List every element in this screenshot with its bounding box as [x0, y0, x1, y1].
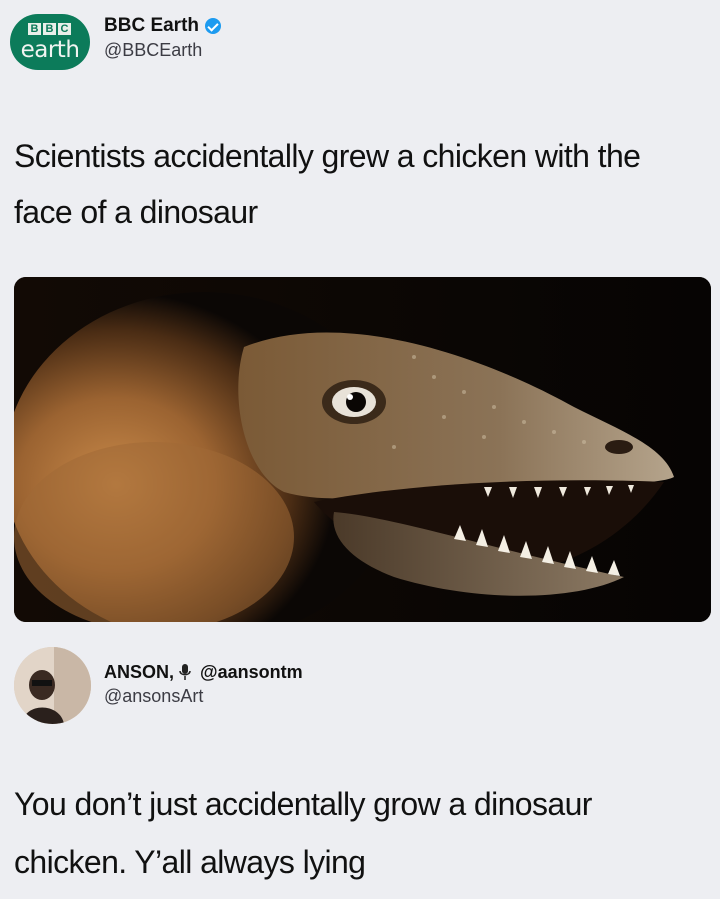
bbc-logo-letter: B — [28, 23, 41, 35]
tweet1-handle[interactable]: @BBCEarth — [104, 38, 221, 62]
bbc-earth-avatar[interactable]: B B C earth — [10, 14, 90, 70]
bbc-logo-blocks: B B C — [28, 23, 71, 35]
dinosaur-chicken-photo-icon — [14, 277, 711, 622]
tweet-thread: B B C earth BBC Earth @BBCEarth Scientis… — [0, 0, 720, 899]
verified-badge-icon — [205, 18, 222, 34]
tweet2-display-name[interactable]: ANSON, — [104, 660, 174, 684]
tweet2-author: ANSON, @aansontm @ansonsArt — [104, 660, 303, 708]
tweet2-text: You don’t just accidentally grow a dinos… — [14, 786, 592, 880]
anson-avatar[interactable] — [14, 647, 91, 724]
tweet2-handle[interactable]: @ansonsArt — [104, 684, 303, 708]
microphone-icon — [179, 664, 191, 680]
bbc-logo-word: earth — [20, 37, 80, 63]
bbc-logo-letter: C — [58, 23, 71, 35]
tweet1-display-name[interactable]: BBC Earth — [104, 14, 199, 38]
tweet1-media-image[interactable] — [14, 277, 711, 622]
anson-avatar-photo-icon — [14, 647, 91, 724]
tweet1-text: Scientists accidentally grew a chicken w… — [14, 138, 641, 230]
tweet1-author: BBC Earth @BBCEarth — [104, 14, 222, 62]
bbc-logo-letter: B — [43, 23, 56, 35]
tweet2-name-suffix: @aansontm — [200, 662, 303, 682]
